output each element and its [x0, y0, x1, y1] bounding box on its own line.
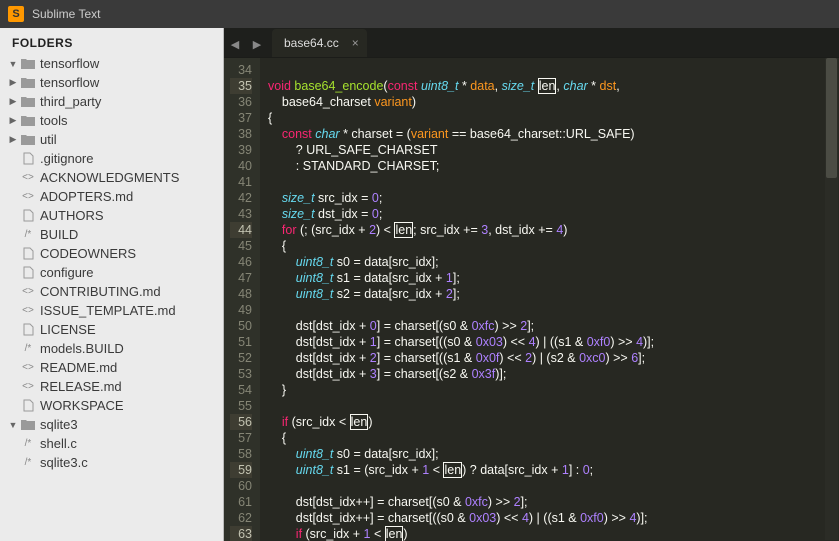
md-icon: <> — [20, 171, 36, 185]
vertical-scrollbar[interactable] — [825, 58, 838, 540]
folder-icon — [20, 57, 36, 71]
sidebar-item[interactable]: /* sqlite3.c — [0, 453, 223, 472]
sidebar-item[interactable]: ▶ third_party — [0, 92, 223, 111]
sidebar-item[interactable]: /* shell.c — [0, 434, 223, 453]
tab-close-icon[interactable]: × — [352, 36, 359, 50]
sidebar-item-label: ADOPTERS.md — [40, 189, 133, 204]
sidebar-item[interactable]: <> README.md — [0, 358, 223, 377]
nav-back-button[interactable]: ◀ — [224, 31, 246, 57]
sidebar-item-label: tensorflow — [40, 56, 99, 71]
sidebar-item-label: README.md — [40, 360, 117, 375]
tab-label: base64.cc — [284, 36, 339, 50]
sidebar: FOLDERS ▼ tensorflow ▶ tensorflow ▶ third_par… — [0, 28, 224, 541]
scrollbar-thumb[interactable] — [826, 58, 837, 178]
sidebar-item[interactable]: <> ADOPTERS.md — [0, 187, 223, 206]
sidebar-item-label: BUILD — [40, 227, 78, 242]
sidebar-item[interactable]: ▶ util — [0, 130, 223, 149]
sidebar-item-label: shell.c — [40, 436, 77, 451]
sidebar-item[interactable]: ▶ tools — [0, 111, 223, 130]
disclosure-icon: ▶ — [8, 77, 18, 88]
disclosure-icon: ▶ — [8, 134, 18, 145]
sidebar-item-label: ACKNOWLEDGMENTS — [40, 170, 179, 185]
sidebar-item-label: tensorflow — [40, 75, 99, 90]
sidebar-item[interactable]: AUTHORS — [0, 206, 223, 225]
file-icon — [20, 152, 36, 166]
disclosure-icon: ▶ — [8, 115, 18, 126]
sidebar-item-label: CONTRIBUTING.md — [40, 284, 161, 299]
sidebar-item-label: AUTHORS — [40, 208, 104, 223]
sidebar-item-label: tools — [40, 113, 67, 128]
sidebar-item-label: LICENSE — [40, 322, 96, 337]
sidebar-item[interactable]: ▼ sqlite3 — [0, 415, 223, 434]
sidebar-item-label: configure — [40, 265, 93, 280]
folder-icon — [20, 418, 36, 432]
source-view[interactable]: void base64_encode(const uint8_t * data,… — [260, 58, 839, 541]
sidebar-item[interactable]: <> CONTRIBUTING.md — [0, 282, 223, 301]
app-title: Sublime Text — [32, 7, 100, 21]
disclosure-icon: ▼ — [8, 420, 18, 430]
sidebar-item[interactable]: configure — [0, 263, 223, 282]
sidebar-item-label: CODEOWNERS — [40, 246, 136, 261]
file-icon — [20, 323, 36, 337]
md-icon: <> — [20, 380, 36, 394]
sidebar-item[interactable]: <> RELEASE.md — [0, 377, 223, 396]
file-icon — [20, 247, 36, 261]
file-icon — [20, 399, 36, 413]
md-icon: <> — [20, 361, 36, 375]
disclosure-icon: ▼ — [8, 59, 18, 69]
sidebar-item[interactable]: /* models.BUILD — [0, 339, 223, 358]
sidebar-item-label: ISSUE_TEMPLATE.md — [40, 303, 176, 318]
sidebar-item[interactable]: ▼ tensorflow — [0, 54, 223, 73]
sidebar-item[interactable]: LICENSE — [0, 320, 223, 339]
sidebar-item-label: util — [40, 132, 57, 147]
sidebar-item[interactable]: ▶ tensorflow — [0, 73, 223, 92]
line-gutter: 3435363738394041424344454647484950515253… — [224, 58, 260, 541]
code-icon: /* — [20, 456, 36, 470]
md-icon: <> — [20, 304, 36, 318]
disclosure-icon: ▶ — [8, 96, 18, 107]
md-icon: <> — [20, 190, 36, 204]
sidebar-item[interactable]: <> ACKNOWLEDGMENTS — [0, 168, 223, 187]
folder-icon — [20, 114, 36, 128]
sidebar-item[interactable]: WORKSPACE — [0, 396, 223, 415]
folder-icon — [20, 76, 36, 90]
file-icon — [20, 209, 36, 223]
tab-bar: ◀ ▶ base64.cc × — [224, 28, 839, 58]
sidebar-header: FOLDERS — [0, 28, 223, 54]
folder-icon — [20, 133, 36, 147]
file-icon — [20, 266, 36, 280]
app-icon: S — [8, 6, 24, 22]
sidebar-item-label: sqlite3 — [40, 417, 78, 432]
folder-icon — [20, 95, 36, 109]
sidebar-item[interactable]: .gitignore — [0, 149, 223, 168]
code-icon: /* — [20, 437, 36, 451]
sidebar-item-label: third_party — [40, 94, 101, 109]
folder-tree: ▼ tensorflow ▶ tensorflow ▶ third_party ▶ tools… — [0, 54, 223, 480]
sidebar-item-label: sqlite3.c — [40, 455, 88, 470]
sidebar-item-label: .gitignore — [40, 151, 93, 166]
code-icon: /* — [20, 342, 36, 356]
md-icon: <> — [20, 285, 36, 299]
editor-pane: ◀ ▶ base64.cc × 343536373839404142434445… — [224, 28, 839, 541]
sidebar-item[interactable]: <> ISSUE_TEMPLATE.md — [0, 301, 223, 320]
sidebar-item-label: RELEASE.md — [40, 379, 122, 394]
nav-forward-button[interactable]: ▶ — [246, 31, 268, 57]
code-area[interactable]: 3435363738394041424344454647484950515253… — [224, 58, 839, 541]
sidebar-item[interactable]: /* BUILD — [0, 225, 223, 244]
title-bar: S Sublime Text — [0, 0, 839, 28]
sidebar-item[interactable]: CODEOWNERS — [0, 244, 223, 263]
code-icon: /* — [20, 228, 36, 242]
sidebar-item-label: models.BUILD — [40, 341, 124, 356]
sidebar-item-label: WORKSPACE — [40, 398, 124, 413]
tab-base64[interactable]: base64.cc × — [272, 29, 367, 57]
